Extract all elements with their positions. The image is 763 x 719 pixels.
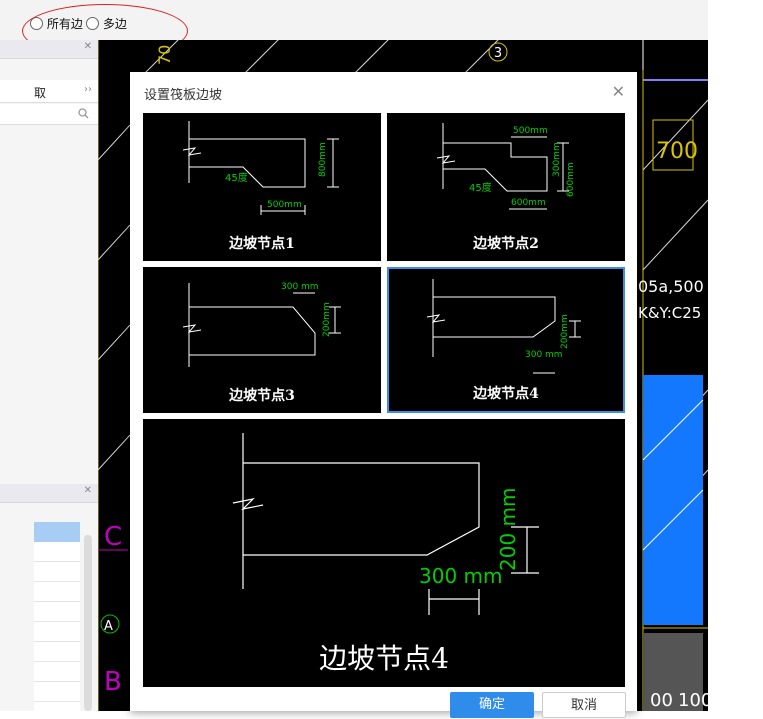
raft-slope-dialog: 设置筏板边坡 ✕ 45度 500mm 800mm 边坡节点1 500mm 300… xyxy=(130,72,637,718)
dim-label: 45度 xyxy=(469,181,492,194)
dim-label: 300mm xyxy=(552,142,562,177)
left-panel: ✕ 取 ›› ✕ xyxy=(0,40,98,711)
slope-node-2-caption: 边坡节点2 xyxy=(473,236,539,252)
table-rows xyxy=(34,542,80,711)
close-icon[interactable]: ✕ xyxy=(84,41,92,52)
slope-node-1-option[interactable]: 45度 500mm 800mm 边坡节点1 xyxy=(143,113,381,261)
search-input[interactable] xyxy=(0,104,98,125)
slope-node-3-option[interactable]: 300 mm 200mm 边坡节点3 xyxy=(143,267,381,413)
panel-header: ✕ xyxy=(0,40,98,59)
selected-row[interactable] xyxy=(34,522,80,542)
slope-node-2-option[interactable]: 500mm 300mm 600mm 45度 600mm 边坡节点2 xyxy=(387,113,625,261)
more-icon[interactable]: ›› xyxy=(84,84,92,95)
cad-text: 05a,500 xyxy=(638,277,704,296)
dim-label: 600mm xyxy=(511,198,546,208)
cad-text: B xyxy=(104,667,122,697)
dim-label: 200mm xyxy=(322,302,332,337)
list-item-label: 取 xyxy=(34,86,47,100)
cad-text: 700 xyxy=(656,139,698,164)
dim-label: 200 mm xyxy=(496,488,520,572)
dim-label: 300 mm xyxy=(525,350,563,360)
dim-label: 800mm xyxy=(318,142,328,177)
slope-preview-caption: 边坡节点4 xyxy=(319,642,449,675)
dim-label: 300 mm xyxy=(281,282,319,292)
search-icon xyxy=(78,108,89,119)
cad-text: K&Y:C25 xyxy=(638,304,701,322)
slope-node-1-caption: 边坡节点1 xyxy=(229,236,295,252)
cad-text: 70 xyxy=(155,45,174,65)
scrollbar[interactable] xyxy=(84,535,92,711)
close-icon[interactable]: ✕ xyxy=(84,485,92,496)
dim-label: 300 mm xyxy=(419,564,503,588)
dim-label: 500mm xyxy=(513,126,548,136)
close-icon[interactable]: ✕ xyxy=(612,82,625,101)
axis-label: A xyxy=(104,619,113,634)
slope-preview: 300 mm 200 mm 边坡节点4 xyxy=(143,419,625,687)
dialog-title: 设置筏板边坡 xyxy=(144,88,223,103)
cad-text: C xyxy=(104,522,122,552)
ok-button[interactable]: 确定 xyxy=(450,692,534,718)
slope-node-4-caption: 边坡节点4 xyxy=(473,386,539,402)
axis-label: 3 xyxy=(494,46,502,61)
dim-label: 200mm xyxy=(560,314,570,349)
cancel-button[interactable]: 取消 xyxy=(542,692,626,718)
slope-node-3-caption: 边坡节点3 xyxy=(229,388,295,404)
list-item[interactable]: 取 ›› xyxy=(0,80,98,103)
dim-label: 45度 xyxy=(225,171,248,184)
dim-label: 600mm xyxy=(566,162,576,197)
slope-node-4-option[interactable]: 300 mm 200mm 边坡节点4 xyxy=(387,267,625,413)
dim-label: 500mm xyxy=(267,200,302,210)
cad-text: 00 xyxy=(650,690,673,711)
panel-header-2: ✕ xyxy=(0,484,98,503)
cad-text: 100 xyxy=(678,690,708,711)
